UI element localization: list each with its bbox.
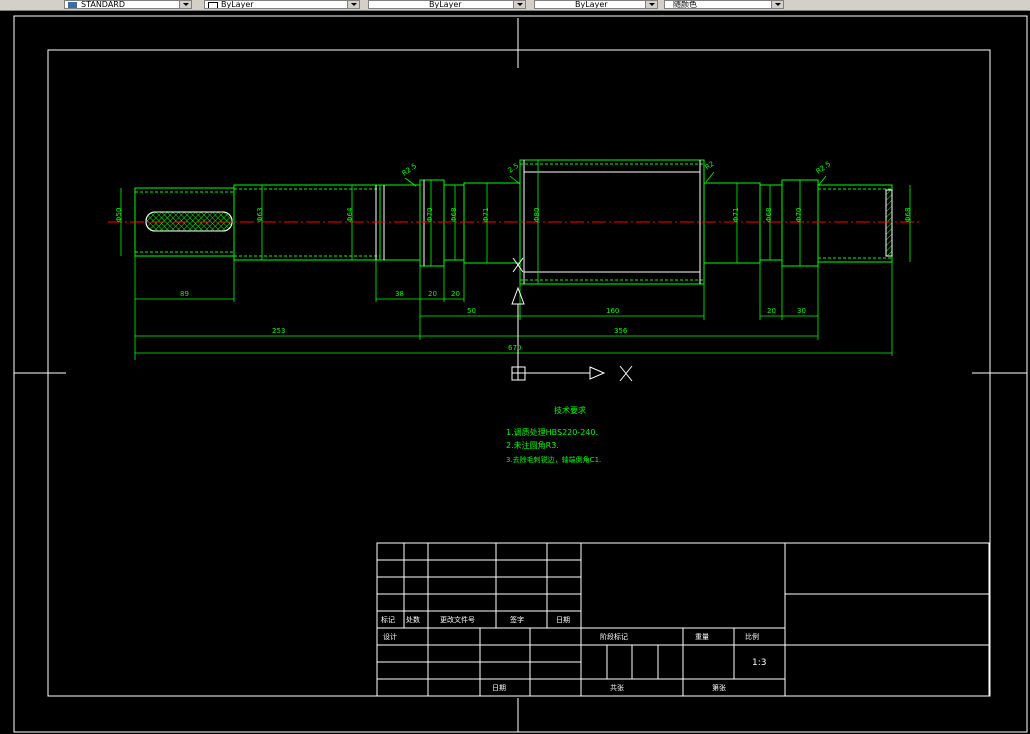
dim-d4: Φ70 [426, 208, 434, 222]
dim-d2: Φ63 [256, 208, 264, 222]
dim-160: 160 [606, 307, 619, 315]
shaft-segment-8 [817, 184, 893, 263]
tech-item-2: 2.未注圆角R3. [506, 440, 559, 450]
tb-weight: 重量 [695, 633, 709, 641]
dim-20a: 20 [428, 290, 437, 298]
dim-50: 50 [467, 307, 476, 315]
shaft-segment-5 [463, 182, 521, 264]
tech-item-3: 3.去除毛刺锐边，轴端倒角C1. [506, 455, 601, 464]
title-block-labels: 标记 处数 更改文件号 签字 日期 设计 阶段标记 重量 比例 1:3 日期 共… [381, 615, 766, 692]
tech-item-1: 1.调质处理HBS220-240. [506, 427, 598, 437]
tb-scale: 比例 [745, 632, 759, 641]
dim-d5: Φ68 [450, 208, 458, 222]
dim-30: 30 [797, 307, 806, 315]
chamfer-1: R2.5 [401, 162, 419, 178]
ucs-icon [511, 257, 633, 382]
tb-stage-mark: 阶段标记 [600, 632, 628, 641]
shaft-segment-6 [703, 182, 761, 264]
dim-20b: 20 [451, 290, 460, 298]
chamfer-4: R2.5 [815, 160, 833, 176]
tb-file: 更改文件号 [440, 615, 475, 624]
dim-d11: Φ68 [904, 208, 912, 222]
dim-253: 253 [272, 327, 285, 335]
tb-scale-value: 1:3 [752, 658, 766, 668]
dim-38: 38 [395, 290, 404, 298]
dim-20c: 20 [767, 307, 776, 315]
drawing-frame [13, 15, 1028, 733]
dim-d9: Φ68 [765, 208, 773, 222]
dim-d7: Φ80 [533, 208, 541, 222]
tech-title: 技术要求 [554, 405, 586, 415]
dim-d6: Φ71 [482, 208, 490, 222]
tb-mark: 标记 [381, 615, 395, 624]
chamfer-3: R2 [704, 160, 716, 172]
dim-d3: Φ64 [346, 207, 354, 222]
tb-date-col: 日期 [556, 616, 570, 624]
dim-d1: Φ50 [115, 208, 123, 222]
dim-356: 356 [614, 327, 628, 335]
tb-sign: 签字 [510, 615, 524, 624]
chamfer-2: 2.5 [507, 162, 521, 175]
tb-designer: 设计 [383, 632, 397, 641]
dim-d8: Φ71 [732, 208, 740, 222]
dim-d10: Φ70 [795, 208, 803, 222]
dim-670: 670 [508, 344, 521, 352]
tb-date: 日期 [492, 684, 506, 692]
tb-sheet-no: 第张 [712, 683, 726, 692]
dim-89: 89 [180, 290, 189, 298]
drawing-canvas[interactable]: Φ50 Φ63 Φ64 Φ70 Φ68 Φ71 Φ80 Φ71 Φ68 Φ70 … [0, 0, 1030, 734]
tb-count: 处数 [406, 615, 420, 624]
outer-border [13, 15, 1028, 733]
tb-sheets-total: 共张 [610, 683, 624, 692]
technical-requirements: 技术要求 1.调质处理HBS220-240. 2.未注圆角R3. 3.去除毛刺锐… [506, 405, 601, 464]
